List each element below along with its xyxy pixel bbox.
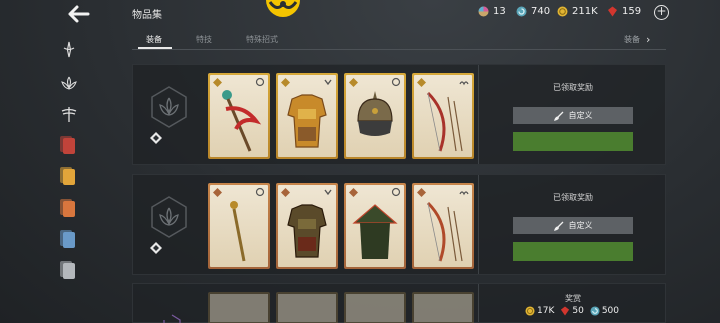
equipment-set-row: 已领取奖励 自定义 [132, 64, 666, 165]
red-card-icon [60, 136, 75, 154]
dagger-icon [63, 41, 75, 58]
reward-coin: 17K [525, 306, 554, 316]
item-card-staff[interactable] [208, 183, 270, 269]
wave-badge-icon [459, 81, 469, 86]
ruby-icon [561, 306, 570, 316]
coin-icon [525, 306, 535, 316]
sidebar-lotus[interactable] [58, 73, 80, 93]
active-tab-indicator [138, 47, 172, 49]
chevron-right-icon: › [646, 33, 651, 46]
currency-ruby[interactable]: 159 [607, 6, 641, 17]
brush-icon [553, 221, 563, 231]
leather-armor-icon [287, 204, 327, 258]
gear-badge-icon [255, 187, 265, 197]
lotus-hexagon-icon [151, 196, 187, 238]
gold-card-icon [60, 167, 75, 185]
sidebar-red-set[interactable] [58, 136, 80, 156]
add-currency-button[interactable]: + [654, 5, 669, 20]
item-card-bow[interactable] [412, 73, 474, 159]
category-label: 装备 [624, 35, 640, 44]
equip-set-button[interactable] [513, 242, 633, 261]
item-card-locked[interactable] [276, 292, 338, 323]
gray-card-icon [60, 261, 75, 279]
back-arrow-icon[interactable] [64, 3, 94, 25]
reward-status: 已领取奖励 [553, 193, 593, 202]
currency-coin-value: 211K [572, 6, 598, 17]
customize-button[interactable]: 自定义 [513, 107, 633, 124]
reward-list: 17K 50 500 [525, 306, 625, 316]
customize-button[interactable]: 自定义 [513, 217, 633, 234]
item-card-armor[interactable] [276, 183, 338, 269]
item-card-bow[interactable] [412, 183, 474, 269]
item-card-staff[interactable] [208, 73, 270, 159]
currency-gem-value: 740 [531, 6, 551, 17]
customize-label: 自定义 [568, 111, 593, 120]
lotus-icon [61, 76, 77, 90]
bow-and-arrows-icon [426, 201, 463, 262]
orange-card-icon [60, 199, 75, 217]
tab-equipment[interactable]: 装备 [146, 34, 162, 45]
coin-icon [557, 6, 568, 17]
ornate-armor-icon [287, 94, 327, 148]
currency-coin[interactable]: 211K [557, 6, 598, 17]
golden-staff-icon [230, 201, 246, 262]
gear-badge-icon [391, 187, 401, 197]
chevron-badge-icon [324, 189, 332, 196]
blue-card-icon [60, 230, 75, 248]
reward-status: 已领取奖励 [553, 83, 593, 92]
lotus-hexagon-icon [151, 86, 187, 128]
reward-gem-value: 500 [601, 306, 619, 316]
equip-set-button[interactable] [513, 132, 633, 151]
bow-and-arrows-icon [426, 91, 463, 152]
reward-coin-value: 17K [537, 306, 555, 316]
sidebar-gold-set[interactable] [58, 167, 80, 187]
gear-badge-icon [391, 77, 401, 87]
ruby-icon [608, 6, 617, 17]
equipment-set-row: 奖赏 17K 50 500 [132, 283, 666, 323]
currency-gem[interactable]: 740 [516, 6, 550, 17]
sidebar-dagger[interactable] [58, 40, 80, 60]
currency-orb[interactable]: 13 [478, 6, 506, 17]
gear-badge-icon [255, 77, 265, 87]
page-title: 物品集 [132, 10, 162, 21]
sidebar-gray-set[interactable] [58, 261, 80, 281]
item-card-locked[interactable] [208, 292, 270, 323]
sidebar-orange-set[interactable] [58, 199, 80, 219]
conical-hat-icon [352, 204, 398, 259]
orb-icon [478, 6, 489, 17]
reward-ruby-value: 50 [572, 306, 584, 316]
chevron-badge-icon [324, 79, 332, 86]
category-dropdown[interactable]: 装备 › [624, 33, 650, 46]
customize-label: 自定义 [568, 221, 593, 230]
spiral-gem-icon [516, 6, 527, 17]
equipment-set-row: 已领取奖励 自定义 [132, 174, 666, 275]
reward-gem: 500 [590, 306, 619, 316]
lotus-hexagon-icon [163, 314, 181, 323]
item-card-helmet[interactable] [344, 73, 406, 159]
item-card-locked[interactable] [344, 292, 406, 323]
row-divider [478, 175, 479, 274]
brush-icon [553, 111, 563, 121]
tab-special-moves[interactable]: 特殊招式 [246, 34, 278, 45]
sidebar-dragonfly[interactable] [58, 104, 80, 124]
game-logo-icon [266, 0, 300, 17]
currency-orb-value: 13 [493, 6, 506, 17]
diamond-emblem-icon [150, 242, 162, 254]
item-card-armor[interactable] [276, 73, 338, 159]
dragonfly-icon [61, 107, 77, 122]
wave-badge-icon [459, 191, 469, 196]
reward-title: 奖赏 [565, 294, 581, 303]
currency-ruby-value: 159 [622, 6, 642, 17]
spiked-helmet-icon [357, 91, 393, 136]
tab-skills[interactable]: 特技 [196, 34, 212, 45]
item-card-locked[interactable] [412, 292, 474, 323]
tab-bar: 装备 特技 特殊招式 [132, 28, 666, 50]
sidebar-blue-set[interactable] [58, 230, 80, 250]
row-divider [478, 65, 479, 164]
item-card-hat[interactable] [344, 183, 406, 269]
spiral-gem-icon [590, 306, 600, 316]
diamond-emblem-icon [150, 132, 162, 144]
reward-ruby: 50 [560, 306, 584, 316]
staff-with-ribbon-icon [222, 90, 262, 152]
